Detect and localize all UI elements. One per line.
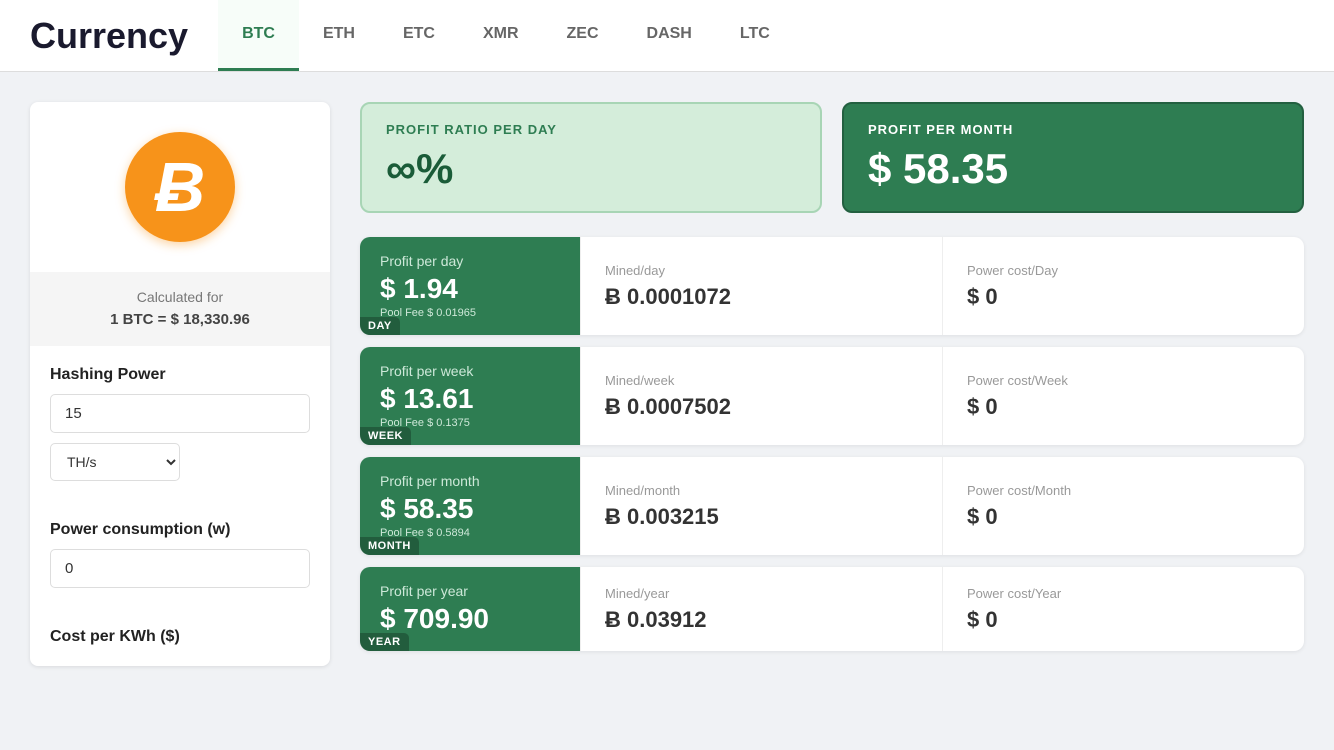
result-badge-month: Month [360,537,419,555]
power-label-month: Power cost/Month [967,483,1280,498]
tab-btc[interactable]: BTC [218,0,299,71]
mined-label-day: Mined/day [605,263,918,278]
tab-zec[interactable]: ZEC [543,0,623,71]
result-row-year: Profit per year $ 709.90 Year Mined/year… [360,567,1304,651]
power-consumption-input[interactable] [50,549,310,588]
bitcoin-icon: Ƀ [125,132,235,242]
left-panel: Ƀ Calculated for 1 BTC = $ 18,330.96 Has… [30,102,330,666]
summary-cards: PROFIT RATIO PER DAY ∞% PROFIT PER MONTH… [360,102,1304,213]
mined-value-month: Ƀ 0.003215 [605,504,918,530]
result-power-week: Power cost/Week $ 0 [942,347,1304,445]
main-content: Ƀ Calculated for 1 BTC = $ 18,330.96 Has… [0,72,1334,696]
mined-value-day: Ƀ 0.0001072 [605,284,918,310]
result-mined-week: Mined/week Ƀ 0.0007502 [580,347,942,445]
result-power-year: Power cost/Year $ 0 [942,567,1304,651]
header: Currency BTC ETH ETC XMR ZEC DASH LTC [0,0,1334,72]
result-left-year: Profit per year $ 709.90 Year [360,567,580,651]
result-badge-week: Week [360,427,411,445]
cost-kwh-label: Cost per KWh ($) [50,628,310,646]
calculated-for-section: Calculated for 1 BTC = $ 18,330.96 [30,272,330,346]
result-amount-week: $ 13.61 [380,383,560,415]
result-title-week: Profit per week [380,363,560,379]
currency-tab-bar: BTC ETH ETC XMR ZEC DASH LTC [218,0,794,71]
profit-ratio-label: PROFIT RATIO PER DAY [386,122,796,137]
tab-xmr[interactable]: XMR [459,0,543,71]
result-title-month: Profit per month [380,473,560,489]
result-row-day: Profit per day $ 1.94 Pool Fee $ 0.01965… [360,237,1304,335]
result-badge-day: Day [360,317,400,335]
profit-ratio-value: ∞% [386,145,796,193]
result-badge-year: Year [360,633,409,651]
hashing-power-section: Hashing Power TH/s GH/s MH/s KH/s [30,346,330,501]
result-amount-day: $ 1.94 [380,273,560,305]
result-pool-fee-day: Pool Fee $ 0.01965 [380,307,560,319]
power-value-month: $ 0 [967,504,1280,530]
cost-kwh-section: Cost per KWh ($) [30,608,330,666]
tab-dash[interactable]: DASH [623,0,716,71]
result-cells-month: Mined/month Ƀ 0.003215 Power cost/Month … [580,457,1304,555]
power-label-year: Power cost/Year [967,586,1280,601]
result-cells-week: Mined/week Ƀ 0.0007502 Power cost/Week $… [580,347,1304,445]
mined-label-week: Mined/week [605,373,918,388]
result-amount-year: $ 709.90 [380,603,560,635]
power-value-week: $ 0 [967,394,1280,420]
profit-month-value: $ 58.35 [868,145,1278,193]
result-mined-month: Mined/month Ƀ 0.003215 [580,457,942,555]
power-label-day: Power cost/Day [967,263,1280,278]
power-consumption-label: Power consumption (w) [50,521,310,539]
power-value-year: $ 0 [967,607,1280,633]
result-left-month: Profit per month $ 58.35 Pool Fee $ 0.58… [360,457,580,555]
calculated-for-label: Calculated for [137,289,223,305]
profit-month-label: PROFIT PER MONTH [868,122,1278,137]
result-left-week: Profit per week $ 13.61 Pool Fee $ 0.137… [360,347,580,445]
result-power-month: Power cost/Month $ 0 [942,457,1304,555]
result-mined-year: Mined/year Ƀ 0.03912 [580,567,942,651]
result-left-day: Profit per day $ 1.94 Pool Fee $ 0.01965… [360,237,580,335]
tab-eth[interactable]: ETH [299,0,379,71]
result-title-day: Profit per day [380,253,560,269]
btc-price: 1 BTC = $ 18,330.96 [40,308,320,332]
result-rows-container: Profit per day $ 1.94 Pool Fee $ 0.01965… [360,237,1304,651]
result-title-year: Profit per year [380,583,560,599]
profit-ratio-card: PROFIT RATIO PER DAY ∞% [360,102,822,213]
hashing-power-label: Hashing Power [50,366,310,384]
result-power-day: Power cost/Day $ 0 [942,237,1304,335]
power-consumption-section: Power consumption (w) [30,501,330,608]
right-panel: PROFIT RATIO PER DAY ∞% PROFIT PER MONTH… [360,102,1304,666]
tab-ltc[interactable]: LTC [716,0,794,71]
result-amount-month: $ 58.35 [380,493,560,525]
mined-label-month: Mined/month [605,483,918,498]
result-cells-year: Mined/year Ƀ 0.03912 Power cost/Year $ 0 [580,567,1304,651]
mined-label-year: Mined/year [605,586,918,601]
mined-value-year: Ƀ 0.03912 [605,607,918,633]
tab-etc[interactable]: ETC [379,0,459,71]
result-mined-day: Mined/day Ƀ 0.0001072 [580,237,942,335]
power-label-week: Power cost/Week [967,373,1280,388]
result-row-week: Profit per week $ 13.61 Pool Fee $ 0.137… [360,347,1304,445]
result-cells-day: Mined/day Ƀ 0.0001072 Power cost/Day $ 0 [580,237,1304,335]
page-title: Currency [30,15,188,57]
coin-display: Ƀ [30,102,330,272]
hashing-unit-select[interactable]: TH/s GH/s MH/s KH/s [50,443,180,481]
profit-month-card: PROFIT PER MONTH $ 58.35 [842,102,1304,213]
mined-value-week: Ƀ 0.0007502 [605,394,918,420]
hashing-power-input[interactable] [50,394,310,433]
power-value-day: $ 0 [967,284,1280,310]
result-row-month: Profit per month $ 58.35 Pool Fee $ 0.58… [360,457,1304,555]
